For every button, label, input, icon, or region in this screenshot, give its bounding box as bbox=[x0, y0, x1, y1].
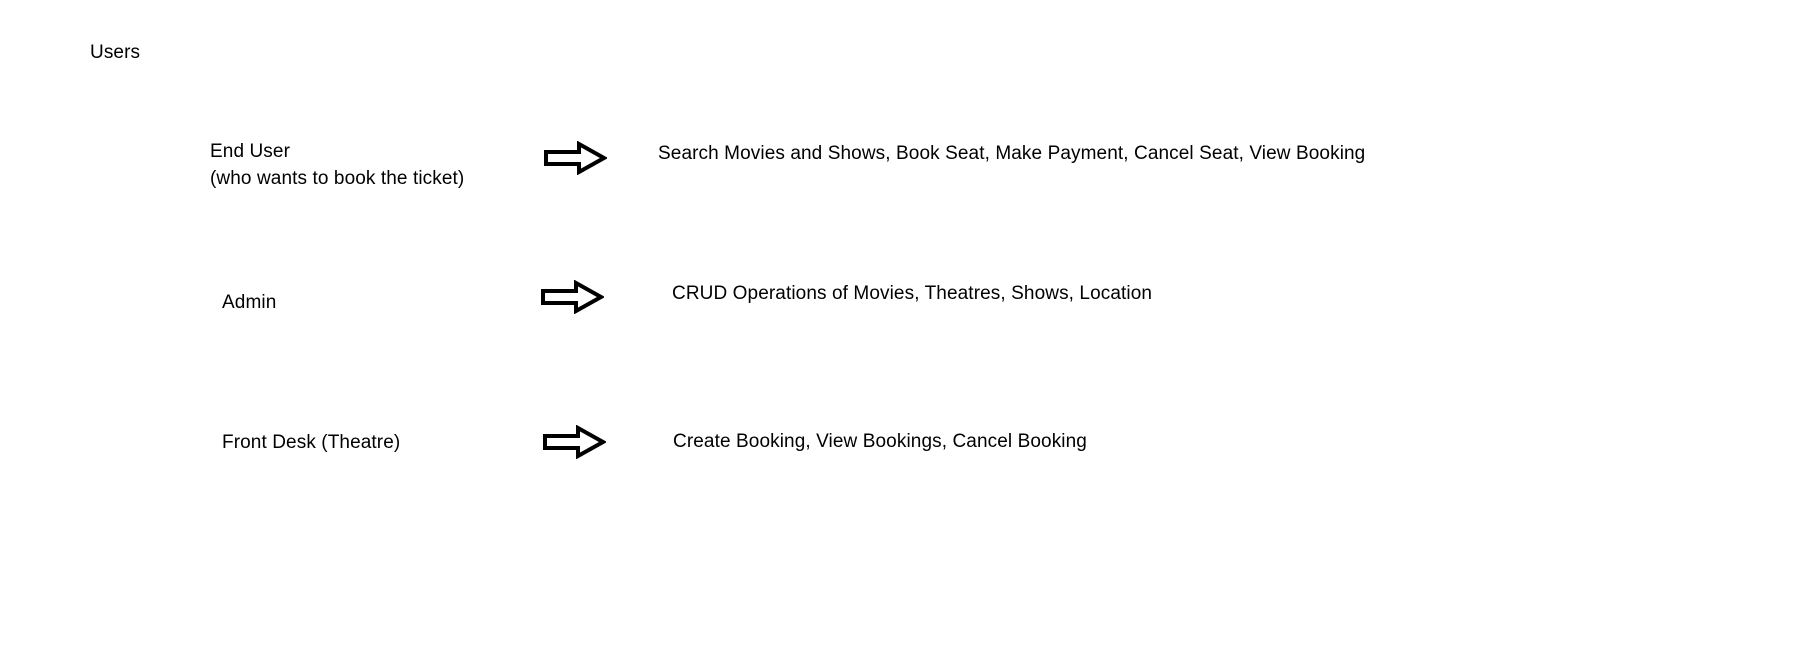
right-arrow-icon bbox=[542, 425, 606, 459]
actor-admin: Admin bbox=[222, 292, 277, 313]
actions-admin: CRUD Operations of Movies, Theatres, Sho… bbox=[672, 283, 1153, 304]
actor-end-user: End User bbox=[210, 141, 291, 162]
actions-end-user: Search Movies and Shows, Book Seat, Make… bbox=[658, 143, 1366, 164]
actor-front-desk: Front Desk (Theatre) bbox=[222, 432, 401, 453]
actor-end-user-note: (who wants to book the ticket) bbox=[210, 168, 465, 189]
diagram-canvas: Users End User (who wants to book the ti… bbox=[0, 0, 1795, 645]
actions-front-desk: Create Booking, View Bookings, Cancel Bo… bbox=[673, 431, 1087, 452]
right-arrow-icon bbox=[540, 280, 604, 314]
diagram-title: Users bbox=[90, 42, 141, 63]
right-arrow-icon bbox=[543, 141, 607, 175]
